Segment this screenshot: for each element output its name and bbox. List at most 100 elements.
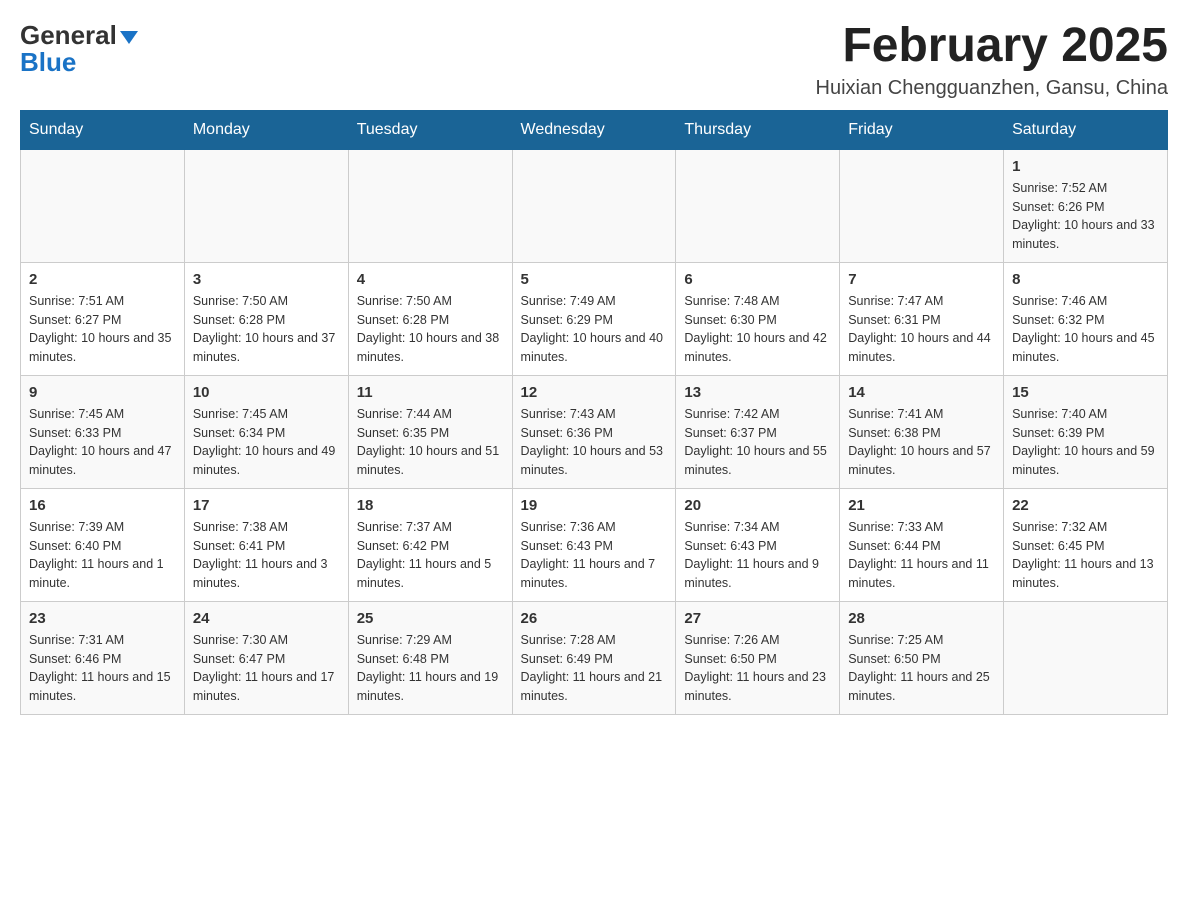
table-row: 13 Sunrise: 7:42 AM Sunset: 6:37 PM Dayli… <box>676 375 840 488</box>
page-header: General Blue February 2025 Huixian Cheng… <box>20 20 1168 100</box>
table-row <box>1004 601 1168 714</box>
day-number: 2 <box>29 271 176 288</box>
day-info: Sunrise: 7:44 AM Sunset: 6:35 PM Dayligh… <box>357 405 504 480</box>
day-number: 13 <box>684 384 831 401</box>
day-number: 3 <box>193 271 340 288</box>
day-number: 14 <box>848 384 995 401</box>
day-number: 8 <box>1012 271 1159 288</box>
title-section: February 2025 Huixian Chengguanzhen, Gan… <box>816 20 1168 100</box>
day-info: Sunrise: 7:25 AM Sunset: 6:50 PM Dayligh… <box>848 631 995 706</box>
day-number: 7 <box>848 271 995 288</box>
day-number: 17 <box>193 497 340 514</box>
table-row: 5 Sunrise: 7:49 AM Sunset: 6:29 PM Daylig… <box>512 262 676 375</box>
table-row: 21Sunrise: 7:33 AM Sunset: 6:44 PM Dayli… <box>840 488 1004 601</box>
table-row: 14 Sunrise: 7:41 AM Sunset: 6:38 PM Dayli… <box>840 375 1004 488</box>
day-info: Sunrise: 7:52 AM Sunset: 6:26 PM Dayligh… <box>1012 179 1159 254</box>
table-row: 17 Sunrise: 7:38 AM Sunset: 6:41 PM Dayli… <box>184 488 348 601</box>
col-monday: Monday <box>184 110 348 149</box>
day-number: 4 <box>357 271 504 288</box>
day-info: Sunrise: 7:36 AM Sunset: 6:43 PM Dayligh… <box>521 518 668 593</box>
day-number: 18 <box>357 497 504 514</box>
table-row <box>840 149 1004 262</box>
day-info: Sunrise: 7:37 AM Sunset: 6:42 PM Dayligh… <box>357 518 504 593</box>
day-info: Sunrise: 7:26 AM Sunset: 6:50 PM Dayligh… <box>684 631 831 706</box>
logo-arrow-icon <box>120 31 138 44</box>
day-info: Sunrise: 7:49 AM Sunset: 6:29 PM Dayligh… <box>521 292 668 367</box>
day-info: Sunrise: 7:29 AM Sunset: 6:48 PM Dayligh… <box>357 631 504 706</box>
day-number: 15 <box>1012 384 1159 401</box>
day-number: 23 <box>29 610 176 627</box>
day-info: Sunrise: 7:47 AM Sunset: 6:31 PM Dayligh… <box>848 292 995 367</box>
month-title: February 2025 <box>816 20 1168 73</box>
table-row <box>184 149 348 262</box>
table-row <box>676 149 840 262</box>
day-number: 16 <box>29 497 176 514</box>
table-row <box>512 149 676 262</box>
col-tuesday: Tuesday <box>348 110 512 149</box>
day-info: Sunrise: 7:41 AM Sunset: 6:38 PM Dayligh… <box>848 405 995 480</box>
day-number: 22 <box>1012 497 1159 514</box>
day-info: Sunrise: 7:38 AM Sunset: 6:41 PM Dayligh… <box>193 518 340 593</box>
calendar-week-2: 2 Sunrise: 7:51 AM Sunset: 6:27 PM Daylig… <box>21 262 1168 375</box>
day-number: 6 <box>684 271 831 288</box>
table-row: 25Sunrise: 7:29 AM Sunset: 6:48 PM Dayli… <box>348 601 512 714</box>
table-row: 11 Sunrise: 7:44 AM Sunset: 6:35 PM Dayli… <box>348 375 512 488</box>
day-info: Sunrise: 7:39 AM Sunset: 6:40 PM Dayligh… <box>29 518 176 593</box>
day-number: 19 <box>521 497 668 514</box>
col-sunday: Sunday <box>21 110 185 149</box>
day-info: Sunrise: 7:30 AM Sunset: 6:47 PM Dayligh… <box>193 631 340 706</box>
table-row: 6 Sunrise: 7:48 AM Sunset: 6:30 PM Daylig… <box>676 262 840 375</box>
table-row: 18 Sunrise: 7:37 AM Sunset: 6:42 PM Dayli… <box>348 488 512 601</box>
calendar-header-row: Sunday Monday Tuesday Wednesday Thursday… <box>21 110 1168 149</box>
day-number: 12 <box>521 384 668 401</box>
calendar-week-1: 1 Sunrise: 7:52 AM Sunset: 6:26 PM Daylig… <box>21 149 1168 262</box>
day-number: 5 <box>521 271 668 288</box>
day-info: Sunrise: 7:42 AM Sunset: 6:37 PM Dayligh… <box>684 405 831 480</box>
col-saturday: Saturday <box>1004 110 1168 149</box>
table-row <box>348 149 512 262</box>
day-info: Sunrise: 7:50 AM Sunset: 6:28 PM Dayligh… <box>193 292 340 367</box>
day-info: Sunrise: 7:45 AM Sunset: 6:33 PM Dayligh… <box>29 405 176 480</box>
day-number: 10 <box>193 384 340 401</box>
calendar-table: Sunday Monday Tuesday Wednesday Thursday… <box>20 110 1168 715</box>
col-friday: Friday <box>840 110 1004 149</box>
day-number: 11 <box>357 384 504 401</box>
day-info: Sunrise: 7:43 AM Sunset: 6:36 PM Dayligh… <box>521 405 668 480</box>
logo: General Blue <box>20 20 138 78</box>
table-row: 3 Sunrise: 7:50 AM Sunset: 6:28 PM Daylig… <box>184 262 348 375</box>
table-row: 12 Sunrise: 7:43 AM Sunset: 6:36 PM Dayli… <box>512 375 676 488</box>
table-row: 4 Sunrise: 7:50 AM Sunset: 6:28 PM Daylig… <box>348 262 512 375</box>
table-row: 24Sunrise: 7:30 AM Sunset: 6:47 PM Dayli… <box>184 601 348 714</box>
table-row: 16 Sunrise: 7:39 AM Sunset: 6:40 PM Dayli… <box>21 488 185 601</box>
table-row: 9 Sunrise: 7:45 AM Sunset: 6:33 PM Daylig… <box>21 375 185 488</box>
table-row: 19 Sunrise: 7:36 AM Sunset: 6:43 PM Dayli… <box>512 488 676 601</box>
logo-blue: Blue <box>20 47 76 78</box>
day-info: Sunrise: 7:48 AM Sunset: 6:30 PM Dayligh… <box>684 292 831 367</box>
day-info: Sunrise: 7:50 AM Sunset: 6:28 PM Dayligh… <box>357 292 504 367</box>
day-info: Sunrise: 7:45 AM Sunset: 6:34 PM Dayligh… <box>193 405 340 480</box>
day-number: 1 <box>1012 158 1159 175</box>
day-info: Sunrise: 7:31 AM Sunset: 6:46 PM Dayligh… <box>29 631 176 706</box>
table-row: 10 Sunrise: 7:45 AM Sunset: 6:34 PM Dayli… <box>184 375 348 488</box>
day-number: 9 <box>29 384 176 401</box>
col-wednesday: Wednesday <box>512 110 676 149</box>
table-row: 27Sunrise: 7:26 AM Sunset: 6:50 PM Dayli… <box>676 601 840 714</box>
day-info: Sunrise: 7:28 AM Sunset: 6:49 PM Dayligh… <box>521 631 668 706</box>
table-row: 26 Sunrise: 7:28 AM Sunset: 6:49 PM Dayli… <box>512 601 676 714</box>
day-info: Sunrise: 7:51 AM Sunset: 6:27 PM Dayligh… <box>29 292 176 367</box>
day-info: Sunrise: 7:32 AM Sunset: 6:45 PM Dayligh… <box>1012 518 1159 593</box>
col-thursday: Thursday <box>676 110 840 149</box>
day-info: Sunrise: 7:40 AM Sunset: 6:39 PM Dayligh… <box>1012 405 1159 480</box>
table-row: 28 Sunrise: 7:25 AM Sunset: 6:50 PM Dayli… <box>840 601 1004 714</box>
day-number: 28 <box>848 610 995 627</box>
calendar-week-4: 16 Sunrise: 7:39 AM Sunset: 6:40 PM Dayli… <box>21 488 1168 601</box>
table-row: 20Sunrise: 7:34 AM Sunset: 6:43 PM Dayli… <box>676 488 840 601</box>
location-label: Huixian Chengguanzhen, Gansu, China <box>816 77 1168 100</box>
table-row: 8Sunrise: 7:46 AM Sunset: 6:32 PM Daylig… <box>1004 262 1168 375</box>
table-row: 15 Sunrise: 7:40 AM Sunset: 6:39 PM Dayli… <box>1004 375 1168 488</box>
day-info: Sunrise: 7:33 AM Sunset: 6:44 PM Dayligh… <box>848 518 995 593</box>
day-info: Sunrise: 7:34 AM Sunset: 6:43 PM Dayligh… <box>684 518 831 593</box>
table-row: 23 Sunrise: 7:31 AM Sunset: 6:46 PM Dayli… <box>21 601 185 714</box>
day-number: 26 <box>521 610 668 627</box>
calendar-week-3: 9 Sunrise: 7:45 AM Sunset: 6:33 PM Daylig… <box>21 375 1168 488</box>
